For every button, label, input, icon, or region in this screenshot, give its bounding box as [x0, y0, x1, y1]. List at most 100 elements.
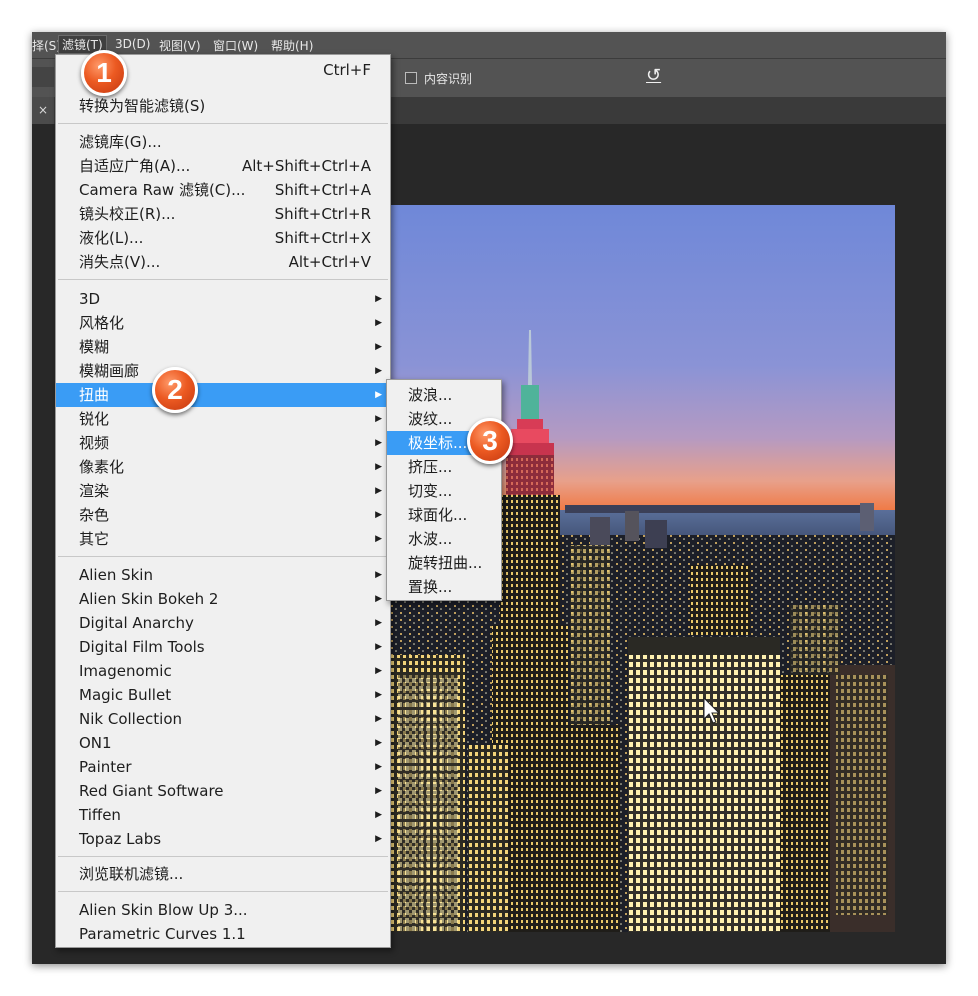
menu-item-label: ON1	[79, 734, 112, 752]
submenu-item-shear[interactable]: 切变...	[387, 479, 501, 503]
menu-item-label: 极坐标...	[408, 434, 468, 452]
menu-item-browse-online[interactable]: 浏览联机滤镜...	[56, 862, 390, 886]
menu-item-parametric-curves[interactable]: Parametric Curves 1.1	[56, 922, 390, 946]
submenu-arrow-icon: ▶	[375, 438, 382, 448]
menu-item-label: Digital Anarchy	[79, 614, 194, 632]
menu-item-render[interactable]: 渲染 ▶	[56, 479, 390, 503]
undo-icon[interactable]: ↺	[646, 65, 661, 86]
submenu-item-displace[interactable]: 置换...	[387, 575, 501, 599]
submenu-arrow-icon: ▶	[375, 690, 382, 700]
menu-item-plugin[interactable]: Red Giant Software ▶	[56, 779, 390, 803]
menu-item-plugin[interactable]: Tiffen ▶	[56, 803, 390, 827]
menu-item-label: 杂色	[79, 506, 110, 524]
submenu-arrow-icon: ▶	[375, 762, 382, 772]
menu-item-sharpen[interactable]: 锐化 ▶	[56, 407, 390, 431]
menu-item-blur[interactable]: 模糊 ▶	[56, 335, 390, 359]
shortcut: Shift+Ctrl+A	[274, 181, 371, 199]
menu-item-liquify[interactable]: 液化(L)... Shift+Ctrl+X	[56, 226, 390, 250]
shortcut: Shift+Ctrl+X	[274, 229, 371, 247]
submenu-arrow-icon: ▶	[375, 462, 382, 472]
menu-item-blur-gallery[interactable]: 模糊画廊 ▶	[56, 359, 390, 383]
submenu-arrow-icon: ▶	[375, 414, 382, 424]
menu-item-lens-correction[interactable]: 镜头校正(R)... Shift+Ctrl+R	[56, 202, 390, 226]
menu-item-label: Parametric Curves 1.1	[79, 925, 246, 943]
submenu-arrow-icon: ▶	[375, 342, 382, 352]
submenu-arrow-icon: ▶	[375, 642, 382, 652]
submenu-arrow-icon: ▶	[375, 738, 382, 748]
menu-item-label: Red Giant Software	[79, 782, 224, 800]
menu-item-label: 视频	[79, 434, 110, 452]
menu-item-plugin[interactable]: Alien Skin Bokeh 2 ▶	[56, 587, 390, 611]
menu-item-label: 3D	[79, 290, 101, 308]
filter-menu: Ctrl+F 转换为智能滤镜(S) 滤镜库(G)... 自适应广角(A)... …	[55, 54, 391, 948]
menu-item-label: Magic Bullet	[79, 686, 172, 704]
menu-item-distort[interactable]: 扭曲 ▶	[56, 383, 390, 407]
menu-item-vanishing-point[interactable]: 消失点(V)... Alt+Ctrl+V	[56, 250, 390, 274]
submenu-item-twirl[interactable]: 旋转扭曲...	[387, 551, 501, 575]
menu-item-label: Digital Film Tools	[79, 638, 205, 656]
menu-select[interactable]: 择(S)	[32, 37, 61, 54]
submenu-arrow-icon: ▶	[375, 594, 382, 604]
content-aware-checkbox[interactable]	[405, 72, 417, 84]
menu-item-plugin[interactable]: Topaz Labs ▶	[56, 827, 390, 851]
menu-item-plugin[interactable]: Imagenomic ▶	[56, 659, 390, 683]
menu-item-label: 风格化	[79, 314, 125, 332]
options-field[interactable]	[32, 67, 54, 87]
menu-item-label: 锐化	[79, 410, 110, 428]
step-badge-3: 3	[467, 418, 513, 464]
submenu-arrow-icon: ▶	[375, 510, 382, 520]
menu-item-label: Camera Raw 滤镜(C)...	[79, 181, 246, 199]
menu-item-plugin[interactable]: Digital Anarchy ▶	[56, 611, 390, 635]
menu-item-label: 切变...	[408, 482, 453, 500]
submenu-arrow-icon: ▶	[375, 294, 382, 304]
menu-item-noise[interactable]: 杂色 ▶	[56, 503, 390, 527]
menu-item-label: 挤压...	[408, 458, 453, 476]
menu-item-plugin[interactable]: Digital Film Tools ▶	[56, 635, 390, 659]
menu-item-camera-raw[interactable]: Camera Raw 滤镜(C)... Shift+Ctrl+A	[56, 178, 390, 202]
menu-item-label: Alien Skin	[79, 566, 153, 584]
menu-3d[interactable]: 3D(D)	[115, 37, 150, 51]
menu-item-video[interactable]: 视频 ▶	[56, 431, 390, 455]
submenu-arrow-icon: ▶	[375, 318, 382, 328]
menu-item-label: Alien Skin Bokeh 2	[79, 590, 219, 608]
menu-item-plugin[interactable]: Alien Skin ▶	[56, 563, 390, 587]
menu-item-other[interactable]: 其它 ▶	[56, 527, 390, 551]
separator	[58, 123, 388, 124]
menu-item-label: 像素化	[79, 458, 125, 476]
menu-view[interactable]: 视图(V)	[159, 37, 201, 54]
separator	[58, 279, 388, 280]
submenu-item-zigzag[interactable]: 水波...	[387, 527, 501, 551]
menu-item-blow-up[interactable]: Alien Skin Blow Up 3...	[56, 898, 390, 922]
submenu-arrow-icon: ▶	[375, 786, 382, 796]
menu-item-label: 旋转扭曲...	[408, 554, 483, 572]
separator	[58, 556, 388, 557]
menu-item-label: 球面化...	[408, 506, 468, 524]
menu-item-label: 滤镜库(G)...	[79, 133, 162, 151]
menu-item-convert-smart[interactable]: 转换为智能滤镜(S)	[56, 94, 390, 118]
document-tab[interactable]: ×	[32, 97, 54, 124]
menu-item-filter-gallery[interactable]: 滤镜库(G)...	[56, 130, 390, 154]
menu-item-label: 扭曲	[79, 386, 110, 404]
menu-item-plugin[interactable]: ON1 ▶	[56, 731, 390, 755]
menu-item-plugin[interactable]: Nik Collection ▶	[56, 707, 390, 731]
menu-item-plugin[interactable]: Magic Bullet ▶	[56, 683, 390, 707]
submenu-arrow-icon: ▶	[375, 570, 382, 580]
submenu-arrow-icon: ▶	[375, 390, 382, 400]
menu-item-3d[interactable]: 3D ▶	[56, 287, 390, 311]
menu-help[interactable]: 帮助(H)	[271, 37, 313, 54]
menu-item-label: 消失点(V)...	[79, 253, 161, 271]
menu-item-stylize[interactable]: 风格化 ▶	[56, 311, 390, 335]
submenu-item-spherize[interactable]: 球面化...	[387, 503, 501, 527]
menu-window[interactable]: 窗口(W)	[213, 37, 258, 54]
menu-item-label: 模糊画廊	[79, 362, 140, 380]
distort-submenu: 波浪... 波纹... 极坐标... 挤压... 切变... 球面化... 水波…	[386, 379, 502, 601]
menu-item-adaptive-wide-angle[interactable]: 自适应广角(A)... Alt+Shift+Ctrl+A	[56, 154, 390, 178]
menu-item-plugin[interactable]: Painter ▶	[56, 755, 390, 779]
shortcut: Alt+Shift+Ctrl+A	[241, 157, 371, 175]
separator	[58, 891, 388, 892]
menu-item-pixelate[interactable]: 像素化 ▶	[56, 455, 390, 479]
submenu-item-wave[interactable]: 波浪...	[387, 383, 501, 407]
menu-item-label: 波浪...	[408, 386, 453, 404]
menu-item-label: 置换...	[408, 578, 453, 596]
close-icon[interactable]: ×	[38, 103, 48, 117]
